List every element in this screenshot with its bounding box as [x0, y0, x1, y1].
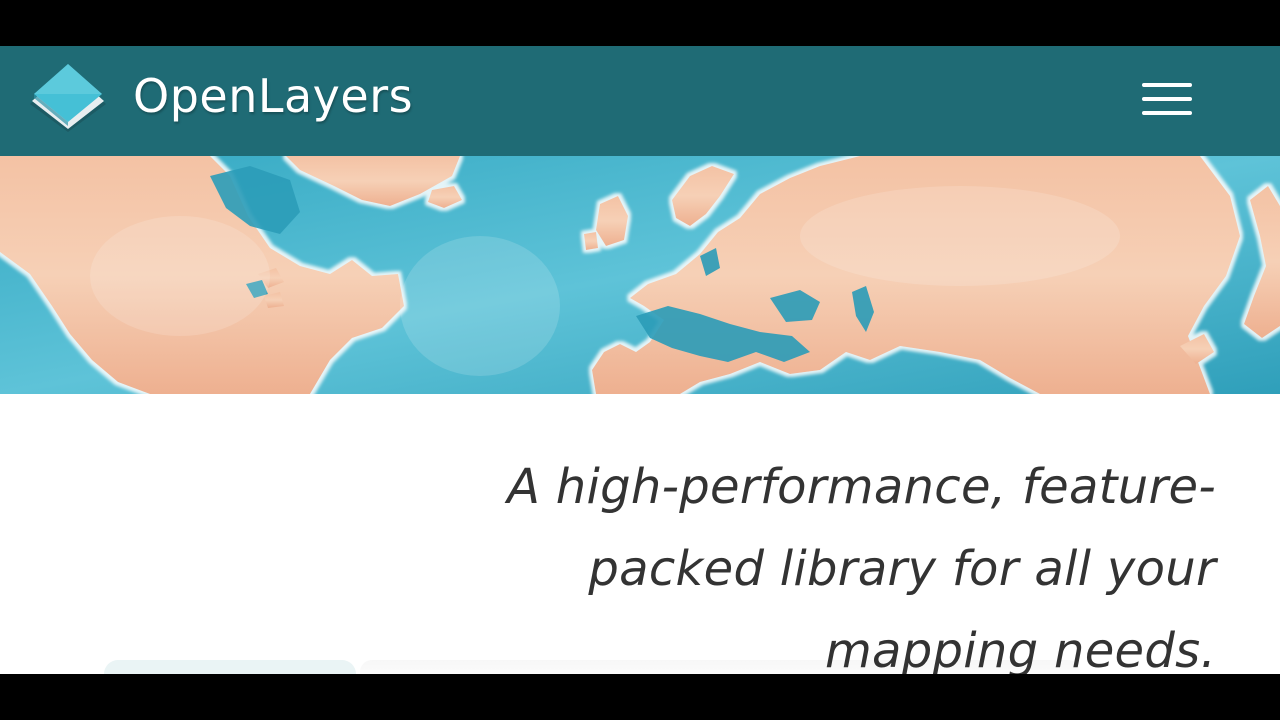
screen: OpenLayers A high-performance, feature-p… [0, 0, 1280, 720]
menu-bar [1142, 83, 1192, 87]
hero-tagline: A high-performance, feature-packed libra… [507, 459, 1216, 674]
browser-viewport: OpenLayers A high-performance, feature-p… [0, 46, 1280, 674]
watercolor-world-map [0, 156, 1280, 394]
brand-title[interactable]: OpenLayers [133, 66, 413, 126]
menu-bar [1142, 97, 1192, 101]
get-started-button-partial[interactable] [104, 660, 356, 674]
home-logo-link[interactable] [26, 60, 110, 136]
openlayers-logo-icon [30, 64, 106, 132]
menu-bar [1142, 111, 1192, 115]
world-map-banner [0, 156, 1280, 394]
hamburger-menu-icon[interactable] [1136, 76, 1198, 122]
top-navbar: OpenLayers [0, 46, 1280, 156]
content-card-edge [360, 660, 1080, 674]
